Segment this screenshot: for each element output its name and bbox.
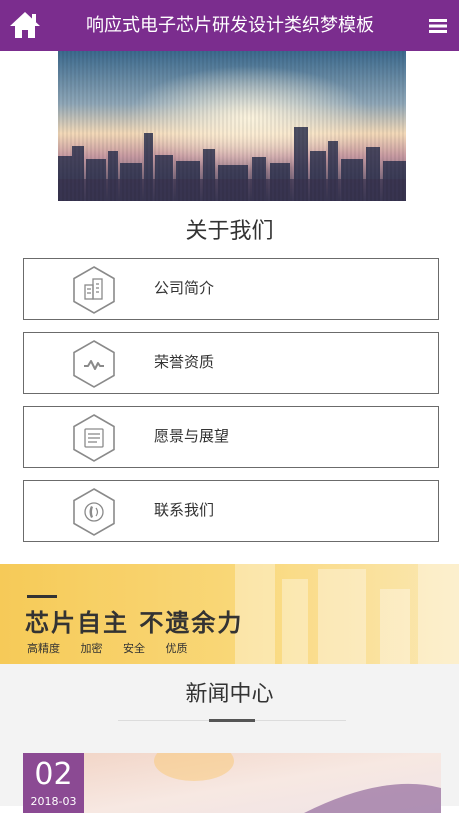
banner-tag: 优质 bbox=[165, 642, 188, 655]
about-card-label: 荣誉资质 bbox=[154, 353, 215, 371]
top-header: 响应式电子芯片研发设计类织梦模板 bbox=[0, 0, 459, 51]
home-icon[interactable] bbox=[8, 10, 42, 40]
about-card-label: 联系我们 bbox=[154, 501, 215, 519]
phone-icon bbox=[73, 488, 115, 536]
building-icon bbox=[73, 266, 115, 314]
slogan-banner: 芯片自主 不遗余力 高精度 加密 安全 优质 bbox=[0, 564, 459, 664]
about-card-honors[interactable]: 荣誉资质 bbox=[23, 332, 439, 394]
news-title-accent bbox=[209, 719, 255, 722]
menu-icon[interactable] bbox=[429, 18, 447, 34]
news-section-title: 新闻中心 bbox=[185, 682, 274, 707]
banner-tag: 高精度 bbox=[27, 642, 60, 655]
news-date-badge: 02 2018-03 bbox=[23, 753, 84, 813]
banner-tag: 安全 bbox=[123, 642, 145, 655]
hero-cityscape-image bbox=[58, 51, 406, 201]
banner-tag: 加密 bbox=[80, 642, 103, 655]
news-list-item[interactable]: 02 2018-03 bbox=[23, 753, 441, 813]
about-card-vision[interactable]: 愿景与展望 bbox=[23, 406, 439, 468]
site-title: 响应式电子芯片研发设计类织梦模板 bbox=[86, 15, 374, 36]
about-card-contact[interactable]: 联系我们 bbox=[23, 480, 439, 542]
news-section: 新闻中心 02 2018-03 bbox=[0, 664, 459, 813]
news-date-day: 02 bbox=[34, 757, 73, 792]
banner-tags: 高精度 加密 安全 优质 bbox=[27, 641, 205, 657]
pulse-icon bbox=[73, 340, 115, 388]
news-date-year-month: 2018-03 bbox=[30, 795, 77, 808]
about-card-company-intro[interactable]: 公司简介 bbox=[23, 258, 439, 320]
document-icon bbox=[73, 414, 115, 462]
about-card-label: 愿景与展望 bbox=[154, 427, 230, 445]
news-thumbnail-image bbox=[84, 753, 441, 813]
banner-slogan: 芯片自主 不遗余力 bbox=[25, 609, 244, 637]
about-card-label: 公司简介 bbox=[154, 279, 215, 297]
slogan-dash bbox=[27, 595, 57, 598]
about-section-title: 关于我们 bbox=[185, 219, 274, 244]
